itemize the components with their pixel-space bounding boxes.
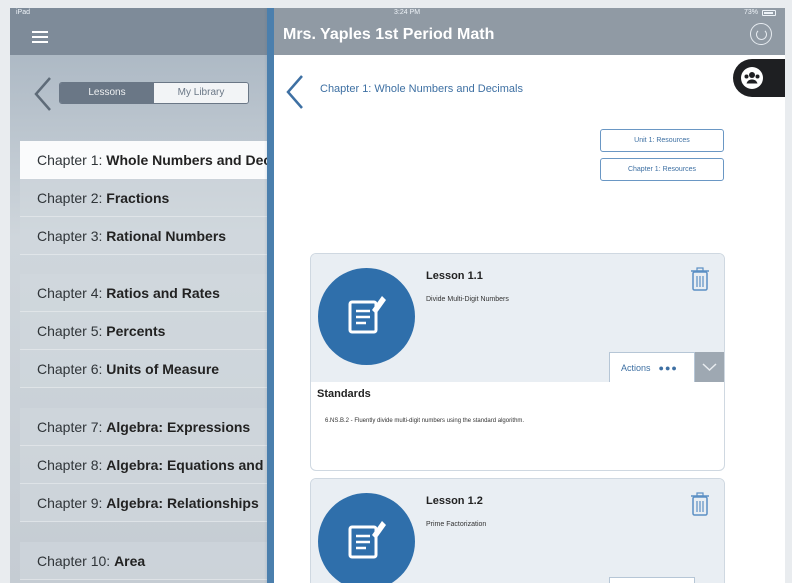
chapter-resources-button[interactable]: Chapter 1: Resources [600, 158, 724, 181]
chapter-group-1: Chapter 1: Whole Numbers and Decimals Ch… [20, 141, 272, 255]
chapter-group-2: Chapter 4: Ratios and Rates Chapter 5: P… [20, 274, 272, 388]
lesson-card-header: Lesson 1.2 Prime Factorization [311, 479, 724, 583]
chapter-item-4[interactable]: Chapter 4: Ratios and Rates [20, 274, 272, 312]
content-panel: Mrs. Yaples 1st Period Math Chapter 1: W… [274, 8, 785, 583]
classroom-people-button[interactable] [733, 59, 785, 97]
trash-icon[interactable] [688, 491, 712, 517]
battery-icon [762, 10, 776, 16]
hamburger-menu-icon[interactable] [32, 31, 48, 43]
actions-button[interactable]: Actions ●●● [609, 352, 695, 382]
document-edit-icon [348, 296, 386, 334]
lesson-title: Lesson 1.1 [426, 270, 483, 282]
chapter-item-6[interactable]: Chapter 6: Units of Measure [20, 350, 272, 388]
carrier-label: iPad [16, 9, 31, 16]
lessons-tab[interactable]: Lessons [60, 83, 154, 103]
lesson-card: Lesson 1.2 Prime Factorization [310, 478, 725, 583]
lesson-icon[interactable] [318, 493, 415, 583]
chapter-item-1[interactable]: Chapter 1: Whole Numbers and Decimals [20, 141, 272, 179]
group-icon [741, 67, 763, 89]
back-chevron-icon[interactable] [32, 74, 56, 114]
my-library-tab[interactable]: My Library [154, 83, 248, 103]
page-title: Mrs. Yaples 1st Period Math [283, 26, 495, 43]
actions-button[interactable] [609, 577, 695, 583]
status-bar: iPad 3:24 PM 73% [10, 8, 782, 20]
chapter-breadcrumb: Chapter 1: Whole Numbers and Decimals [320, 83, 523, 95]
battery-percent: 73% [743, 9, 758, 16]
lesson-subtitle: Divide Multi-Digit Numbers [426, 296, 509, 303]
chapter-item-10[interactable]: Chapter 10: Area [20, 542, 272, 580]
lesson-icon[interactable] [318, 268, 415, 365]
chapter-item-5[interactable]: Chapter 5: Percents [20, 312, 272, 350]
standards-heading: Standards [317, 388, 371, 400]
panel-edge [267, 8, 274, 583]
segmented-control: Lessons My Library [59, 82, 249, 104]
chapter-item-8[interactable]: Chapter 8: Algebra: Equations and Inequa… [20, 446, 272, 484]
chevron-down-icon [702, 363, 717, 372]
back-arrow-icon[interactable] [284, 72, 308, 112]
chapter-item-7[interactable]: Chapter 7: Algebra: Expressions [20, 408, 272, 446]
chapter-group-4: Chapter 10: Area [20, 542, 272, 580]
standard-text: 6.NS.B.2 - Fluently divide multi-digit n… [325, 418, 525, 424]
chapter-item-3[interactable]: Chapter 3: Rational Numbers [20, 217, 272, 255]
sync-icon[interactable] [750, 23, 772, 45]
chapter-item-2[interactable]: Chapter 2: Fractions [20, 179, 272, 217]
actions-label: Actions [621, 363, 651, 373]
sidebar: Lessons My Library Chapter 1: Whole Numb… [10, 8, 272, 583]
lesson-card: Lesson 1.1 Divide Multi-Digit Numbers Ac… [310, 253, 725, 471]
document-edit-icon [348, 521, 386, 559]
chapter-group-3: Chapter 7: Algebra: Expressions Chapter … [20, 408, 272, 522]
clock: 3:24 PM [394, 9, 421, 16]
unit-resources-button[interactable]: Unit 1: Resources [600, 129, 724, 152]
more-icon: ●●● [658, 363, 678, 373]
chapter-item-9[interactable]: Chapter 9: Algebra: Relationships [20, 484, 272, 522]
lesson-title: Lesson 1.2 [426, 495, 483, 507]
lesson-card-header: Lesson 1.1 Divide Multi-Digit Numbers Ac… [311, 254, 724, 382]
lesson-subtitle: Prime Factorization [426, 521, 487, 528]
actions-dropdown[interactable] [695, 352, 724, 382]
trash-icon[interactable] [688, 266, 712, 292]
